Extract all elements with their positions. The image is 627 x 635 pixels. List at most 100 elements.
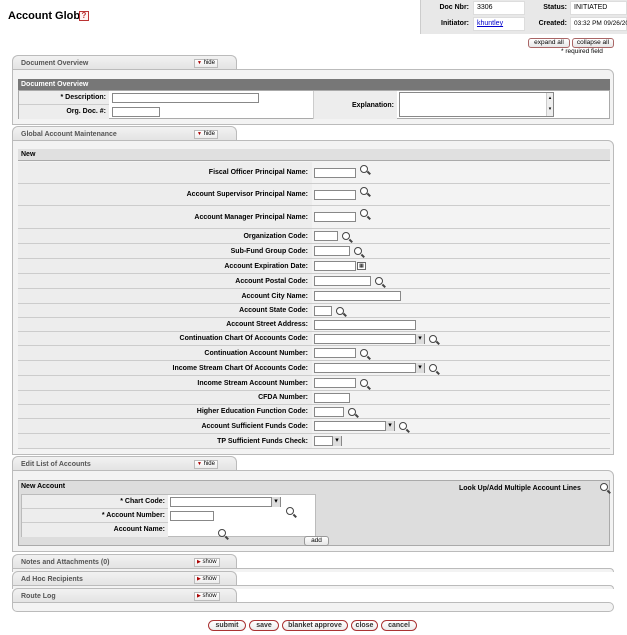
postal-code-input[interactable] xyxy=(314,276,371,286)
state-code-label: Account State Code: xyxy=(18,304,312,317)
cfda-number-row: CFDA Number: xyxy=(18,391,610,405)
income-stream-account-row: Income Stream Account Number: xyxy=(18,376,610,391)
hide-document-overview-button[interactable]: ▼ hide xyxy=(194,59,218,68)
lookup-icon[interactable] xyxy=(360,186,368,195)
triangle-icon: ▼ xyxy=(197,461,202,467)
cancel-button[interactable]: cancel xyxy=(381,620,417,631)
lookup-icon[interactable] xyxy=(342,232,350,240)
organization-code-input[interactable] xyxy=(314,231,338,241)
collapse-all-button[interactable]: collapse all xyxy=(572,38,614,48)
tab-label: Document Overview xyxy=(21,60,89,67)
lookup-icon[interactable] xyxy=(375,277,383,285)
lookup-icon[interactable] xyxy=(348,407,356,416)
income-stream-chart-row: Income Stream Chart Of Accounts Code: xyxy=(18,361,610,376)
expand-all-button[interactable]: expand all xyxy=(528,38,570,48)
expiration-date-label: Account Expiration Date: xyxy=(18,259,312,273)
sufficient-funds-label: Account Sufficient Funds Code: xyxy=(18,419,312,433)
account-supervisor-label: Account Supervisor Principal Name: xyxy=(18,184,312,205)
show-route-log-button[interactable]: ▶ show xyxy=(194,592,220,601)
account-manager-input[interactable] xyxy=(314,212,356,222)
continuation-chart-select[interactable] xyxy=(314,333,425,344)
doc-nbr-label: Doc Nbr: xyxy=(439,4,469,11)
cfda-number-input[interactable] xyxy=(314,392,350,403)
higher-ed-function-row: Higher Education Function Code: xyxy=(18,405,610,419)
street-address-input[interactable] xyxy=(314,319,416,330)
lookup-icon[interactable] xyxy=(336,306,344,315)
explanation-textarea[interactable]: ▴ ▾ xyxy=(399,92,554,117)
page-title: Account Global xyxy=(8,10,90,22)
tab-ad-hoc-recipients: Ad Hoc Recipients ▶ show xyxy=(12,571,237,586)
continuation-chart-row: Continuation Chart Of Accounts Code: xyxy=(18,332,610,346)
lookup-icon[interactable] xyxy=(354,247,362,255)
continuation-account-input[interactable] xyxy=(314,348,356,358)
add-button[interactable]: add xyxy=(304,536,329,546)
lookup-multiple-label: Look Up/Add Multiple Account Lines xyxy=(459,485,581,492)
button-label: show xyxy=(202,576,217,582)
required-field-note: * required field xyxy=(561,48,603,55)
new-section-header: New xyxy=(18,149,610,161)
account-supervisor-input[interactable] xyxy=(314,189,356,200)
blanket-approve-button[interactable]: blanket approve xyxy=(282,620,348,631)
new-account-box: New Account Look Up/Add Multiple Account… xyxy=(18,480,610,546)
state-code-input[interactable] xyxy=(314,305,332,316)
postal-code-label: Account Postal Code: xyxy=(18,274,312,288)
sufficient-funds-row: Account Sufficient Funds Code: xyxy=(18,419,610,434)
lookup-icon[interactable] xyxy=(360,209,368,217)
income-stream-account-input[interactable] xyxy=(314,378,356,388)
sub-fund-group-row: Sub-Fund Group Code: xyxy=(18,244,610,259)
tp-sufficient-funds-select[interactable] xyxy=(314,436,342,446)
document-overview-table: * Description: Org. Doc. #: Explanation:… xyxy=(18,90,610,119)
fiscal-officer-input[interactable] xyxy=(314,167,356,178)
city-name-row: Account City Name: xyxy=(18,289,610,304)
street-address-label: Account Street Address: xyxy=(18,318,312,331)
sufficient-funds-select[interactable] xyxy=(314,421,395,431)
lookup-icon[interactable] xyxy=(399,422,407,430)
fiscal-officer-row: Fiscal Officer Principal Name: xyxy=(18,162,610,184)
button-label: hide xyxy=(203,60,215,66)
city-name-input[interactable] xyxy=(314,291,401,301)
account-supervisor-row: Account Supervisor Principal Name: xyxy=(18,184,610,206)
triangle-icon: ▶ xyxy=(197,593,201,599)
submit-button[interactable]: submit xyxy=(208,620,246,631)
status-value: INITIATED xyxy=(570,1,627,15)
street-address-row: Account Street Address: xyxy=(18,318,610,332)
lookup-multiple-icon[interactable] xyxy=(600,483,608,491)
org-doc-input[interactable] xyxy=(112,107,160,117)
lookup-icon[interactable] xyxy=(286,507,294,515)
doc-nbr-value: 3306 xyxy=(473,1,525,15)
income-stream-chart-select[interactable] xyxy=(314,363,425,373)
triangle-icon: ▶ xyxy=(197,576,201,582)
show-notes-button[interactable]: ▶ show xyxy=(194,558,220,567)
account-name-label: Account Name: xyxy=(22,523,168,537)
income-stream-chart-label: Income Stream Chart Of Accounts Code: xyxy=(18,361,312,375)
continuation-account-label: Continuation Account Number: xyxy=(18,346,312,360)
lookup-icon[interactable] xyxy=(360,164,368,173)
tab-edit-list-of-accounts: Edit List of Accounts ▼ hide xyxy=(12,456,237,471)
sub-fund-group-input[interactable] xyxy=(314,246,350,256)
help-icon[interactable]: ? xyxy=(79,11,89,21)
description-input[interactable] xyxy=(112,93,259,103)
tab-global-account-maintenance: Global Account Maintenance ▼ hide xyxy=(12,126,237,141)
calendar-icon[interactable]: ▦ xyxy=(357,262,366,270)
initiator-link[interactable]: khuntley xyxy=(477,20,503,27)
initiator-value: khuntley xyxy=(473,17,525,31)
expiration-date-row: Account Expiration Date: ▦ xyxy=(18,259,610,274)
expiration-date-input[interactable] xyxy=(314,261,356,271)
new-account-title: New Account xyxy=(21,483,66,490)
close-button[interactable]: close xyxy=(351,620,378,631)
organization-code-row: Organization Code: xyxy=(18,229,610,244)
hide-edit-list-button[interactable]: ▼ hide xyxy=(194,460,218,469)
hide-global-account-maintenance-button[interactable]: ▼ hide xyxy=(194,130,218,139)
lookup-icon[interactable] xyxy=(218,529,226,537)
save-button[interactable]: save xyxy=(249,620,279,631)
lookup-icon[interactable] xyxy=(429,334,437,343)
lookup-icon[interactable] xyxy=(360,349,368,357)
lookup-icon[interactable] xyxy=(429,364,437,372)
button-label: hide xyxy=(203,131,215,137)
chart-code-select[interactable] xyxy=(170,497,281,507)
lookup-icon[interactable] xyxy=(360,379,368,387)
show-ad-hoc-button[interactable]: ▶ show xyxy=(194,575,220,584)
textarea-scrollbar[interactable]: ▴ ▾ xyxy=(546,93,553,116)
higher-ed-function-input[interactable] xyxy=(314,406,344,417)
account-number-input[interactable] xyxy=(170,511,214,521)
